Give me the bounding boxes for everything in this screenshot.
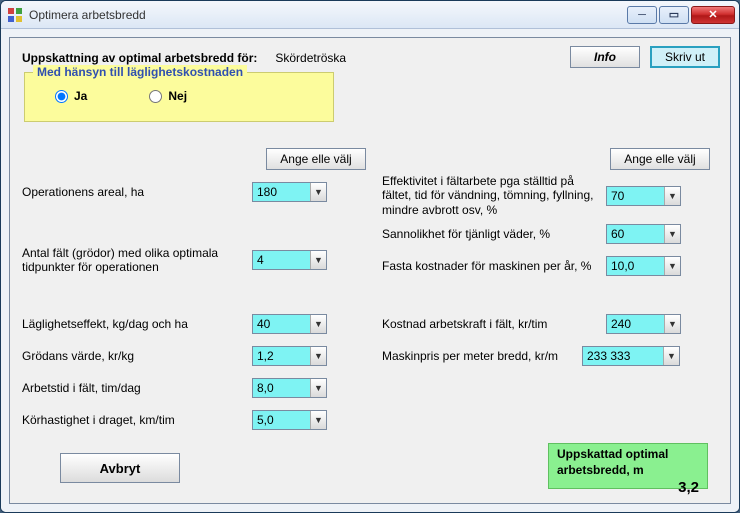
result-box: Uppskattad optimal arbetsbredd, m 3,2 bbox=[548, 443, 708, 489]
radio-no-label[interactable]: Nej bbox=[149, 89, 187, 103]
grod-label: Grödans värde, kr/kg bbox=[22, 349, 252, 363]
radio-no[interactable] bbox=[149, 90, 162, 103]
san-input[interactable] bbox=[607, 225, 664, 243]
eff-combo[interactable]: ▼ bbox=[606, 186, 681, 206]
pris-combo[interactable]: ▼ bbox=[582, 346, 680, 366]
chevron-down-icon[interactable]: ▼ bbox=[310, 347, 326, 365]
window-title: Optimera arbetsbredd bbox=[29, 8, 627, 22]
titlebar: Optimera arbetsbredd ─ ▭ ✕ bbox=[1, 1, 739, 29]
info-button[interactable]: Info bbox=[570, 46, 640, 68]
antal-input[interactable] bbox=[253, 251, 310, 269]
groupbox-title: Med hänsyn till läglighetskostnaden bbox=[33, 65, 247, 79]
col-select-left-button[interactable]: Ange elle välj bbox=[266, 148, 366, 170]
grod-combo[interactable]: ▼ bbox=[252, 346, 327, 366]
kost-label: Kostnad arbetskraft i fält, kr/tim bbox=[382, 317, 606, 331]
maximize-button[interactable]: ▭ bbox=[659, 6, 689, 24]
radio-yes-label[interactable]: Ja bbox=[55, 89, 87, 103]
areal-label: Operationens areal, ha bbox=[22, 185, 252, 199]
groupbox-laglighet: Med hänsyn till läglighetskostnaden Ja N… bbox=[24, 72, 334, 122]
chevron-down-icon[interactable]: ▼ bbox=[310, 315, 326, 333]
chevron-down-icon[interactable]: ▼ bbox=[663, 347, 679, 365]
lagl-label: Läglighetseffekt, kg/dag och ha bbox=[22, 317, 252, 331]
kost-combo[interactable]: ▼ bbox=[606, 314, 681, 334]
kor-label: Körhastighet i draget, km/tim bbox=[22, 413, 252, 427]
chevron-down-icon[interactable]: ▼ bbox=[664, 187, 680, 205]
chevron-down-icon[interactable]: ▼ bbox=[310, 411, 326, 429]
pris-input[interactable] bbox=[583, 347, 663, 365]
kor-combo[interactable]: ▼ bbox=[252, 410, 327, 430]
header-value: Skördetröska bbox=[275, 51, 346, 65]
fast-combo[interactable]: ▼ bbox=[606, 256, 681, 276]
print-button[interactable]: Skriv ut bbox=[650, 46, 720, 68]
client-area: Uppskattning av optimal arbetsbredd för:… bbox=[1, 29, 739, 512]
san-label: Sannolikhet för tjänligt väder, % bbox=[382, 227, 606, 241]
result-value: 3,2 bbox=[557, 478, 699, 498]
fast-input[interactable] bbox=[607, 257, 664, 275]
radio-no-text: Nej bbox=[168, 89, 187, 103]
areal-combo[interactable]: ▼ bbox=[252, 182, 327, 202]
app-window: Optimera arbetsbredd ─ ▭ ✕ Uppskattning … bbox=[0, 0, 740, 513]
minimize-button[interactable]: ─ bbox=[627, 6, 657, 24]
grod-input[interactable] bbox=[253, 347, 310, 365]
arb-combo[interactable]: ▼ bbox=[252, 378, 327, 398]
chevron-down-icon[interactable]: ▼ bbox=[664, 257, 680, 275]
form-area: Operationens areal, ha ▼ Antal fält (grö… bbox=[22, 174, 718, 455]
chevron-down-icon[interactable]: ▼ bbox=[664, 315, 680, 333]
lagl-combo[interactable]: ▼ bbox=[252, 314, 327, 334]
app-icon bbox=[7, 7, 23, 23]
lagl-input[interactable] bbox=[253, 315, 310, 333]
window-buttons: ─ ▭ ✕ bbox=[627, 6, 735, 24]
arb-input[interactable] bbox=[253, 379, 310, 397]
main-panel: Uppskattning av optimal arbetsbredd för:… bbox=[9, 37, 731, 504]
header-label: Uppskattning av optimal arbetsbredd för: bbox=[22, 51, 257, 65]
chevron-down-icon[interactable]: ▼ bbox=[310, 379, 326, 397]
radio-yes-text: Ja bbox=[74, 89, 87, 103]
fast-label: Fasta kostnader för maskinen per år, % bbox=[382, 259, 606, 273]
san-combo[interactable]: ▼ bbox=[606, 224, 681, 244]
eff-label: Effektivitet i fältarbete pga ställtid p… bbox=[382, 174, 606, 217]
kor-input[interactable] bbox=[253, 411, 310, 429]
col-select-right-button[interactable]: Ange elle välj bbox=[610, 148, 710, 170]
antal-label: Antal fält (grödor) med olika optimala t… bbox=[22, 246, 252, 275]
areal-input[interactable] bbox=[253, 183, 310, 201]
kost-input[interactable] bbox=[607, 315, 664, 333]
pris-label: Maskinpris per meter bredd, kr/m bbox=[382, 349, 582, 363]
arb-label: Arbetstid i fält, tim/dag bbox=[22, 381, 252, 395]
cancel-button[interactable]: Avbryt bbox=[60, 453, 180, 483]
antal-combo[interactable]: ▼ bbox=[252, 250, 327, 270]
close-button[interactable]: ✕ bbox=[691, 6, 735, 24]
chevron-down-icon[interactable]: ▼ bbox=[310, 251, 326, 269]
eff-input[interactable] bbox=[607, 187, 664, 205]
chevron-down-icon[interactable]: ▼ bbox=[664, 225, 680, 243]
result-label: Uppskattad optimal arbetsbredd, m bbox=[557, 447, 699, 478]
radio-yes[interactable] bbox=[55, 90, 68, 103]
chevron-down-icon[interactable]: ▼ bbox=[310, 183, 326, 201]
